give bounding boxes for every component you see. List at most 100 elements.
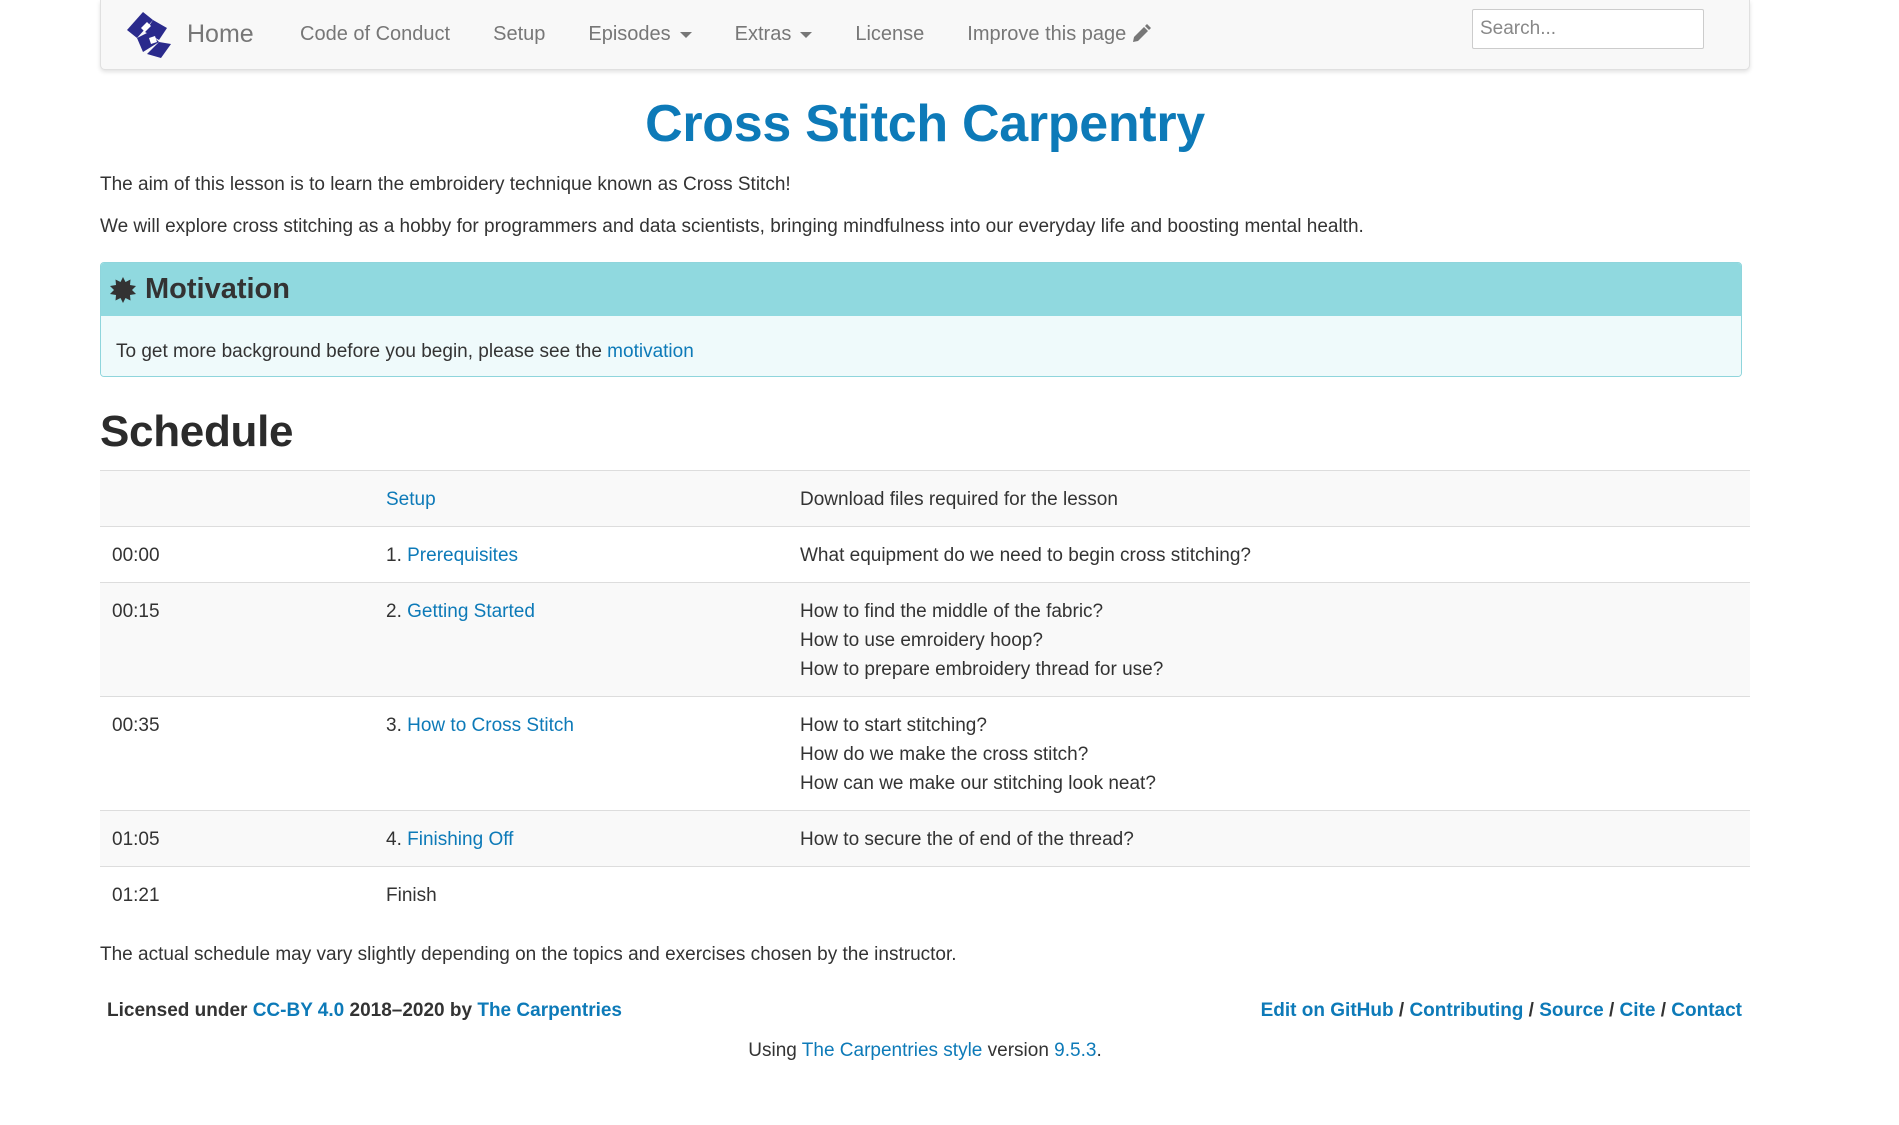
schedule-episode-cell: 2. Getting Started [374, 582, 788, 697]
nav-episodes-dropdown[interactable]: Episodes [588, 22, 692, 46]
source-link[interactable]: Source [1539, 1000, 1603, 1021]
nav-item-label: License [855, 22, 925, 45]
footer-separator: / [1393, 1000, 1410, 1022]
motivation-link[interactable]: motivation [607, 341, 694, 362]
intro-paragraph-2: We will explore cross stitching as a hob… [100, 215, 1364, 237]
nav-item-label: Extras [734, 22, 792, 45]
footer-text: Using [748, 1040, 802, 1062]
question-text: How to start stitching? [800, 715, 987, 737]
brand-home-link[interactable]: Home [123, 4, 254, 64]
motivation-callout: Motivation To get more background before… [100, 262, 1742, 378]
footer-text: . [1096, 1040, 1102, 1062]
schedule-time: 01:05 [100, 810, 374, 867]
episode-number: 2. [386, 601, 408, 623]
footer-separator: / [1523, 1000, 1540, 1022]
schedule-episode-cell: Setup [374, 470, 788, 527]
schedule-note: The actual schedule may vary slightly de… [100, 944, 957, 966]
episode-link[interactable]: Setup [386, 489, 436, 510]
table-row: 01:21 Finish [100, 866, 1750, 923]
schedule-time: 00:35 [100, 696, 374, 811]
question-text: How to prepare embroidery thread for use… [800, 659, 1164, 681]
footer-text: 2018–2020 by [344, 1000, 478, 1022]
callout-header: Motivation [101, 263, 1741, 317]
episode-link[interactable]: Finishing Off [407, 829, 513, 850]
question-text: Download files required for the lesson [800, 489, 1118, 511]
badge-icon [110, 276, 136, 303]
license-link[interactable]: CC-BY 4.0 [253, 1000, 345, 1021]
episode-number: 3. [386, 715, 408, 737]
schedule-questions [788, 866, 1750, 923]
schedule-questions: What equipment do we need to begin cross… [788, 526, 1750, 583]
caret-down-icon [679, 32, 692, 38]
version-link[interactable]: 9.5.3 [1054, 1040, 1096, 1061]
episode-link[interactable]: Prerequisites [407, 545, 518, 566]
nav-extras-dropdown[interactable]: Extras [735, 23, 813, 46]
brand-label: Home [187, 19, 254, 48]
question-text: How to use emroidery hoop? [800, 630, 1043, 652]
schedule-heading: Schedule [100, 407, 294, 457]
main-content: Cross Stitch Carpentry The aim of this l… [100, 70, 1750, 1062]
nav-menu: Code of Conduct Setup Episodes Extras Li… [300, 0, 1194, 68]
edit-on-github-link[interactable]: Edit on GitHub [1261, 1000, 1394, 1021]
caret-down-icon [800, 32, 813, 38]
carpentries-link[interactable]: The Carpentries [477, 1000, 622, 1021]
episode-link[interactable]: Getting Started [407, 601, 535, 622]
nav-setup[interactable]: Setup [493, 23, 545, 46]
nav-item-label: Code of Conduct [300, 22, 451, 45]
schedule-time: 00:00 [100, 526, 374, 583]
schedule-episode-cell: 1. Prerequisites [374, 526, 788, 583]
footer-style-version: Using The Carpentries style version 9.5.… [100, 1040, 1750, 1062]
footer: Licensed under CC-BY 4.0 2018–2020 by Th… [100, 1000, 1750, 1030]
finish-label: Finish [386, 885, 437, 907]
cite-link[interactable]: Cite [1620, 1000, 1656, 1021]
page-title: Cross Stitch Carpentry [645, 95, 1205, 153]
schedule-questions: How to secure the of end of the thread? [788, 810, 1750, 867]
episode-link[interactable]: How to Cross Stitch [407, 715, 574, 736]
question-text: What equipment do we need to begin cross… [800, 545, 1251, 567]
carpentries-style-link[interactable]: The Carpentries style [802, 1040, 983, 1061]
table-row: Setup Download files required for the les… [100, 470, 1750, 527]
contributing-link[interactable]: Contributing [1409, 1000, 1523, 1021]
schedule-questions: Download files required for the lesson [788, 470, 1750, 527]
callout-text: To get more background before you begin,… [116, 341, 608, 363]
footer-text: version [982, 1040, 1055, 1062]
schedule-questions: How to find the middle of the fabric? How… [788, 582, 1750, 697]
footer-separator: / [1603, 1000, 1620, 1022]
schedule-episode-cell: Finish [374, 866, 788, 923]
table-row: 01:05 4. Finishing Off How to secure the o… [100, 810, 1750, 867]
schedule-time: 00:15 [100, 582, 374, 697]
nav-item-label: Episodes [588, 22, 671, 45]
schedule-episode-cell: 4. Finishing Off [374, 810, 788, 867]
carpentries-logo-icon [127, 12, 171, 58]
table-row: 00:00 1. Prerequisites What equipment do w… [100, 526, 1750, 583]
footer-separator: / [1655, 1000, 1672, 1022]
schedule-questions: How to start stitching? How do we make th… [788, 696, 1750, 811]
nav-license[interactable]: License [855, 23, 924, 46]
footer-license: Licensed under CC-BY 4.0 2018–2020 by Th… [107, 1000, 622, 1022]
nav-item-label: Improve this page [967, 22, 1127, 45]
question-text: How to find the middle of the fabric? [800, 601, 1104, 623]
footer-text: Licensed under [107, 1000, 253, 1022]
schedule-time [100, 470, 374, 527]
nav-improve-page[interactable]: Improve this page [967, 22, 1152, 46]
schedule-episode-cell: 3. How to Cross Stitch [374, 696, 788, 811]
pencil-icon [1133, 24, 1152, 42]
question-text: How to secure the of end of the thread? [800, 829, 1134, 851]
table-row: 00:15 2. Getting Started How to find the m… [100, 582, 1750, 697]
table-row: 00:35 3. How to Cross Stitch How to start … [100, 696, 1750, 811]
top-navbar: Home Code of Conduct Setup Episodes Extr… [100, 0, 1750, 70]
nav-code-of-conduct[interactable]: Code of Conduct [300, 23, 450, 46]
footer-links: Edit on GitHub / Contributing / Source /… [1261, 1000, 1742, 1022]
intro-paragraph: The aim of this lesson is to learn the e… [100, 174, 791, 195]
callout-body: To get more background before you begin,… [101, 316, 1741, 377]
contact-link[interactable]: Contact [1671, 1000, 1742, 1021]
nav-item-label: Setup [493, 22, 546, 45]
question-text: How do we make the cross stitch? [800, 744, 1089, 766]
episode-number: 1. [386, 545, 408, 567]
callout-title: Motivation [145, 273, 290, 306]
search-input[interactable] [1472, 9, 1704, 49]
episode-number: 4. [386, 829, 408, 851]
question-text: How can we make our stitching look neat? [800, 773, 1156, 795]
schedule-table: Setup Download files required for the les… [100, 470, 1750, 923]
schedule-time: 01:21 [100, 866, 374, 923]
